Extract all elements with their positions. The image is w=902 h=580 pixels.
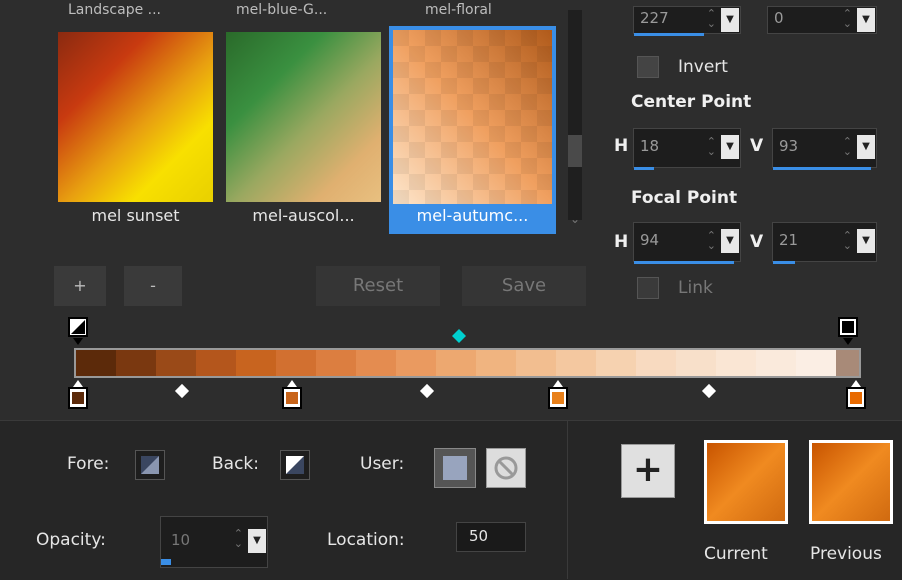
center-h-slider-bar[interactable]	[634, 167, 654, 170]
repeats-field[interactable]: 0 ⌃ ⌄ ▼	[767, 6, 877, 34]
focal-h-slider-bar[interactable]	[634, 261, 734, 264]
dropdown-arrow-icon[interactable]: ▼	[857, 135, 875, 159]
spin-arrows-icon[interactable]: ⌃ ⌄	[707, 8, 716, 29]
add-stop-button[interactable]: +	[54, 266, 106, 306]
focal-h-field[interactable]: 94 ⌃ ⌄ ▼	[633, 222, 741, 264]
dropdown-arrow-icon[interactable]: ▼	[721, 8, 739, 32]
current-color-swatch[interactable]	[704, 440, 788, 524]
previous-color-swatch[interactable]	[809, 440, 893, 524]
preset-scrollbar-thumb[interactable]	[568, 135, 582, 167]
dropdown-arrow-icon[interactable]: ▼	[857, 229, 875, 253]
invert-label: Invert	[678, 57, 728, 77]
dropdown-arrow-icon[interactable]: ▼	[721, 229, 739, 253]
user-label: User:	[360, 454, 405, 474]
spin-arrows-icon[interactable]: ⌃ ⌄	[843, 136, 852, 157]
focal-h-label: H	[614, 232, 629, 252]
focal-point-title: Focal Point	[631, 188, 738, 208]
preset-thumb-mel-autumc[interactable]	[393, 30, 552, 204]
center-v-slider-bar[interactable]	[773, 167, 871, 170]
opacity-midpoint-diamond[interactable]	[452, 328, 466, 347]
remove-stop-button[interactable]: -	[124, 266, 182, 306]
back-swatch[interactable]	[280, 450, 310, 480]
preset-label-landscape: Landscape ...	[68, 2, 162, 18]
preset-caption-mel-autumc: mel-autumc...	[416, 206, 529, 225]
focal-v-label: V	[750, 232, 764, 252]
location-field[interactable]: 50	[456, 522, 526, 552]
center-h-label: H	[614, 136, 629, 156]
user-swatch[interactable]	[434, 448, 476, 488]
link-checkbox[interactable]	[637, 277, 659, 299]
spin-arrows-icon[interactable]: ⌃ ⌄	[843, 8, 852, 29]
link-label: Link	[678, 278, 713, 298]
reset-button[interactable]: Reset	[316, 266, 440, 306]
angle-field[interactable]: 227 ⌃ ⌄ ▼	[633, 6, 741, 36]
focal-v-slider-bar[interactable]	[773, 261, 795, 264]
color-stop-4[interactable]	[845, 378, 867, 414]
location-label: Location:	[327, 530, 405, 550]
preset-thumb-mel-auscol[interactable]	[226, 32, 381, 202]
color-stop-3[interactable]	[547, 378, 569, 414]
dropdown-arrow-icon[interactable]: ▼	[721, 135, 739, 159]
fore-label: Fore:	[67, 454, 110, 474]
opacity-label: Opacity:	[36, 530, 106, 550]
dropdown-arrow-icon[interactable]: ▼	[248, 529, 266, 553]
spin-arrows-icon[interactable]: ⌃ ⌄	[843, 230, 852, 251]
opacity-stop-left[interactable]	[67, 316, 89, 350]
opacity-field[interactable]: 10 ⌃ ⌄ ▼	[160, 516, 268, 568]
preset-scrollbar[interactable]	[568, 10, 582, 220]
preset-label-floral: mel-floral	[425, 2, 492, 18]
color-stop-1[interactable]	[67, 378, 89, 414]
spin-arrows-icon[interactable]: ⌃ ⌄	[707, 230, 716, 251]
opacity-slider-bar[interactable]	[161, 559, 171, 565]
add-to-swatches-button[interactable]: +	[621, 444, 675, 498]
center-v-field[interactable]: 93 ⌃ ⌄ ▼	[772, 128, 877, 170]
focal-v-field[interactable]: 21 ⌃ ⌄ ▼	[772, 222, 877, 264]
preset-thumb-mel-sunset[interactable]	[58, 32, 213, 202]
opacity-stop-right[interactable]	[837, 316, 859, 350]
save-button[interactable]: Save	[462, 266, 586, 306]
scroll-down-chevron-icon[interactable]: ⌄	[568, 212, 582, 228]
spin-arrows-icon[interactable]: ⌃ ⌄	[707, 136, 716, 157]
preset-caption-mel-sunset: mel sunset	[91, 206, 180, 225]
gradient-preview-bar[interactable]	[74, 348, 861, 378]
fore-swatch[interactable]	[135, 450, 165, 480]
previous-label: Previous	[810, 544, 882, 564]
center-h-field[interactable]: 18 ⌃ ⌄ ▼	[633, 128, 741, 170]
spin-arrows-icon[interactable]: ⌃ ⌄	[234, 528, 243, 549]
center-v-label: V	[750, 136, 764, 156]
checker-preview	[393, 30, 552, 204]
invert-checkbox[interactable]	[637, 56, 659, 78]
preset-caption-mel-auscol: mel-auscol...	[252, 206, 355, 225]
dropdown-arrow-icon[interactable]: ▼	[857, 8, 875, 32]
preset-label-blue: mel-blue-G...	[236, 2, 328, 18]
bottom-divider	[567, 420, 568, 579]
color-stop-2[interactable]	[281, 378, 303, 414]
no-color-icon[interactable]	[486, 448, 526, 488]
current-label: Current	[704, 544, 768, 564]
back-label: Back:	[212, 454, 259, 474]
center-point-title: Center Point	[631, 92, 752, 112]
angle-slider-bar[interactable]	[634, 33, 704, 36]
